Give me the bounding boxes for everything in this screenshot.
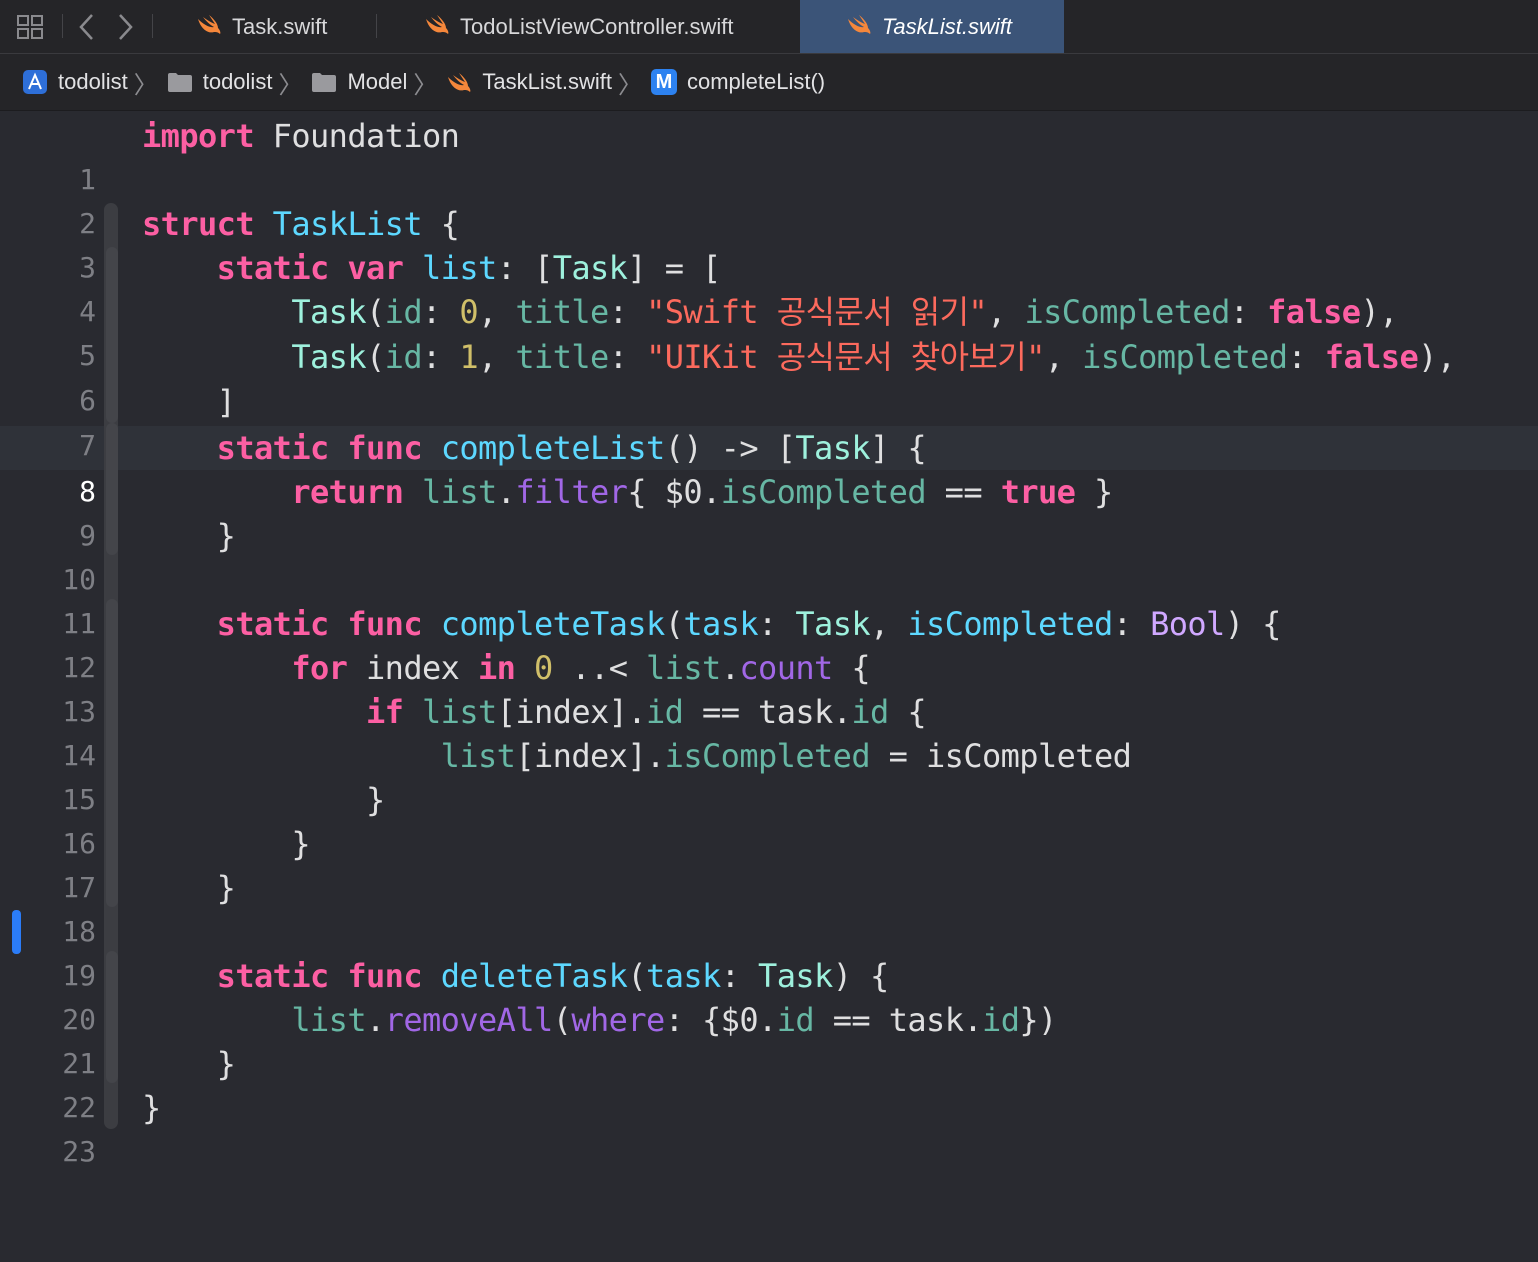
- code-line[interactable]: 15 list[index].isCompleted = isCompleted: [0, 734, 1538, 816]
- code-line[interactable]: 6 Task(id: 1, title: "UIKit 공식문서 찾아보기", …: [0, 335, 1538, 417]
- code-text: Task(id: 1, title: "UIKit 공식문서 찾아보기", is…: [291, 338, 1456, 376]
- code-text: static func deleteTask(task: Task) {: [216, 957, 890, 995]
- code-text: }: [142, 1089, 161, 1127]
- breadcrumb-file[interactable]: TaskList.swift: [446, 69, 612, 95]
- line-number: 23: [62, 1135, 96, 1168]
- code-line[interactable]: 23 }: [0, 1086, 1538, 1168]
- folder-icon: [311, 71, 337, 93]
- method-badge-icon: M: [650, 69, 677, 95]
- code-text: ]: [216, 383, 236, 421]
- forward-chevron-icon[interactable]: [110, 8, 140, 46]
- code-text: static func completeTask(task: Task, isC…: [216, 605, 1282, 643]
- code-line[interactable]: 7 ]: [0, 380, 1538, 462]
- code-line[interactable]: 19: [0, 910, 1538, 992]
- code-line[interactable]: 3 struct TaskList {: [0, 202, 1538, 284]
- breadcrumb-project[interactable]: todolist: [22, 69, 128, 95]
- breadcrumb: todolist 〉 todolist 〉 Model 〉 TaskList.s…: [0, 54, 1538, 111]
- code-line[interactable]: 14 if list[index].id == task.id {: [0, 690, 1538, 772]
- code-text: for index in 0 ..< list.count {: [291, 649, 871, 687]
- chevron-right-icon: 〉: [278, 71, 303, 99]
- chevron-right-icon: 〉: [617, 71, 642, 99]
- chevron-right-icon: 〉: [413, 71, 438, 99]
- swift-icon: [846, 13, 872, 41]
- code-line[interactable]: 10 }: [0, 514, 1538, 596]
- code-text: }: [366, 781, 385, 819]
- code-line[interactable]: 22 }: [0, 1042, 1538, 1124]
- code-text: Task(id: 0, title: "Swift 공식문서 읽기", isCo…: [291, 293, 1398, 331]
- code-line[interactable]: 17 }: [0, 822, 1538, 904]
- code-line[interactable]: 2: [0, 158, 1538, 240]
- code-text: }: [216, 869, 236, 907]
- code-line[interactable]: 9 return list.filter{ $0.isCompleted == …: [0, 470, 1538, 552]
- tab-bar: Task.swift TodoListViewController.swift …: [0, 0, 1538, 54]
- breadcrumb-method[interactable]: M completeList(): [650, 69, 825, 95]
- breadcrumb-folder-model[interactable]: Model: [311, 69, 407, 95]
- code-line[interactable]: 16 }: [0, 778, 1538, 860]
- code-text: }: [291, 825, 310, 863]
- code-line[interactable]: 18 }: [0, 866, 1538, 948]
- breadcrumb-folder-todolist[interactable]: todolist: [167, 69, 272, 95]
- code-line[interactable]: 20 static func deleteTask(task: Task) {: [0, 954, 1538, 1036]
- code-text: return list.filter{ $0.isCompleted == tr…: [291, 473, 1113, 511]
- related-items-grid-icon[interactable]: [14, 8, 46, 46]
- tab-task-swift[interactable]: Task.swift: [196, 0, 327, 53]
- code-text: static func completeList() -> [Task] {: [216, 429, 927, 467]
- code-text: struct TaskList {: [142, 205, 460, 243]
- tab-label: TodoListViewController.swift: [460, 13, 734, 39]
- code-line[interactable]: 21 list.removeAll(where: {$0.id == task.…: [0, 998, 1538, 1080]
- code-line-current[interactable]: 8 static func completeList() -> [Task] {: [0, 426, 1538, 508]
- code-text: }: [216, 1045, 236, 1083]
- folder-icon: [167, 71, 193, 93]
- code-line[interactable]: 12 static func completeTask(task: Task, …: [0, 602, 1538, 684]
- code-line[interactable]: 11: [0, 558, 1538, 640]
- tab-label: Task.swift: [232, 13, 328, 39]
- back-chevron-icon[interactable]: [72, 8, 102, 46]
- code-text: list[index].isCompleted = isCompleted: [440, 737, 1132, 775]
- swift-icon: [424, 13, 450, 41]
- source-editor[interactable]: 1 import Foundation 2 3 struct TaskList …: [0, 111, 1538, 1168]
- chevron-right-icon: 〉: [133, 71, 158, 99]
- tab-todolistviewcontroller-swift[interactable]: TodoListViewController.swift: [424, 0, 734, 53]
- tab-label: TaskList.swift: [882, 13, 1013, 39]
- code-text: if list[index].id == task.id {: [366, 693, 927, 731]
- code-text: static var list: [Task] = [: [216, 249, 722, 287]
- code-line[interactable]: 1 import Foundation: [0, 114, 1538, 196]
- code-text: }: [216, 517, 236, 555]
- code-line[interactable]: 13 for index in 0 ..< list.count {: [0, 646, 1538, 728]
- tab-tasklist-swift[interactable]: TaskList.swift: [800, 0, 1064, 53]
- code-line[interactable]: 4 static var list: [Task] = [: [0, 246, 1538, 328]
- xcode-project-icon: [22, 69, 48, 95]
- code-text: list.removeAll(where: {$0.id == task.id}…: [291, 1001, 1057, 1039]
- swift-icon: [446, 71, 472, 93]
- swift-icon: [196, 13, 222, 41]
- code-text: import Foundation: [142, 117, 460, 155]
- code-line[interactable]: 5 Task(id: 0, title: "Swift 공식문서 읽기", is…: [0, 290, 1538, 372]
